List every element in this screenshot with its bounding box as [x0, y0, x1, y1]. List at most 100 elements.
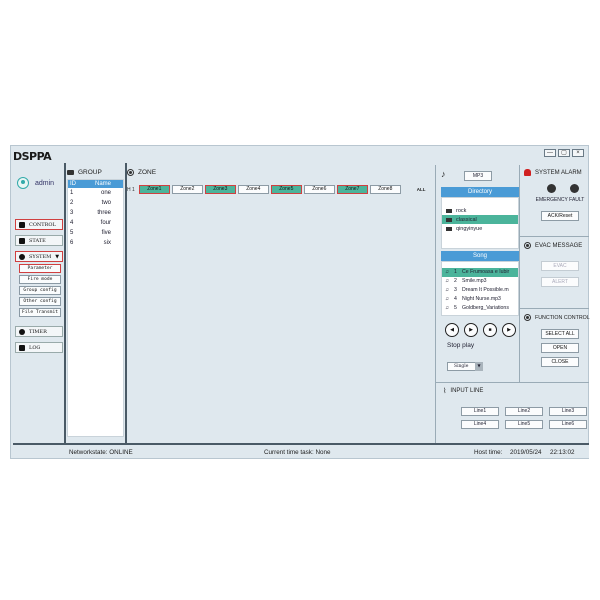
list-item[interactable]: ♫ 5 Goldberg_Variations — [442, 304, 518, 313]
group-title: GROUP — [67, 167, 124, 177]
log-icon — [19, 344, 25, 351]
app-window: DSPPA — ▢ × admin CONTROL STATE SYSTEM ▼… — [10, 145, 590, 459]
directory-list: rock classical qingyinyue — [441, 197, 519, 249]
select-all-button[interactable]: SELECT ALL — [541, 329, 579, 339]
group-title-text: GROUP — [78, 168, 102, 176]
user-info: admin — [17, 177, 54, 189]
table-row[interactable]: 1 one — [68, 188, 123, 198]
input-line-icon: ⌇ — [443, 388, 447, 395]
row-name: four — [100, 220, 111, 226]
chevron-down-icon[interactable]: ▼ — [475, 362, 483, 371]
list-item[interactable]: ♫ 2 Smile.mp3 — [442, 277, 518, 286]
evac-title: EVAC MESSAGE — [524, 242, 599, 249]
evac-title-text: EVAC MESSAGE — [535, 242, 583, 249]
line6-button[interactable]: Line6 — [549, 420, 587, 429]
all-zones-button[interactable]: ALL — [417, 187, 426, 192]
play-state: Stop play — [447, 342, 475, 349]
sub-fire-mode-button[interactable]: Fire mode — [19, 275, 61, 284]
song-no: 4 — [454, 296, 457, 302]
zone4-button[interactable]: Zone4 — [237, 185, 269, 194]
zone2-button[interactable]: Zone2 — [171, 185, 203, 194]
song-name: Ce Frumoasa e Iubir — [462, 269, 510, 275]
zone-bar: H 1 Zone1 Zone2 Zone3 Zone4 Zone5 Zone6 … — [127, 185, 426, 194]
zone-row-label: H 1 — [127, 186, 135, 193]
line2-button[interactable]: Line2 — [505, 407, 543, 416]
zone7-button[interactable]: Zone7 — [336, 185, 368, 194]
sub-file-transmit-button[interactable]: File Transmit — [19, 308, 61, 317]
group-table-header: ID Name — [68, 180, 123, 188]
nav-system-button[interactable]: SYSTEM ▼ — [15, 251, 63, 262]
row-name: two — [101, 200, 111, 206]
table-row[interactable]: 4 four — [68, 218, 123, 228]
host-time-label: Host time: — [474, 449, 503, 456]
row-name: six — [103, 240, 111, 246]
row-id: 5 — [70, 230, 74, 236]
song-no: 1 — [454, 269, 457, 275]
open-button[interactable]: OPEN — [541, 343, 579, 353]
music-note-icon: ♫ — [445, 278, 449, 284]
evac-panel: EVAC MESSAGE EVAC ALERT — [521, 242, 599, 287]
next-button[interactable]: ▶ — [502, 323, 516, 337]
alarm-bell-icon — [524, 169, 531, 176]
line1-button[interactable]: Line1 — [461, 407, 499, 416]
table-row[interactable]: 2 two — [68, 198, 123, 208]
music-note-icon: ♫ — [445, 287, 449, 293]
close-button[interactable]: × — [572, 149, 584, 157]
dir-name: qingyinyue — [456, 225, 483, 232]
play-mode-select[interactable]: Single ▼ — [447, 362, 483, 371]
network-state: Networkstate: ONLINE — [69, 449, 133, 456]
sub-group-config-button[interactable]: Group config — [19, 286, 61, 295]
close-zones-button[interactable]: CLOSE — [541, 357, 579, 367]
alert-button[interactable]: ALERT — [541, 277, 579, 287]
list-item[interactable]: classical — [442, 215, 518, 224]
state-icon — [19, 237, 25, 244]
zone1-button[interactable]: Zone1 — [138, 185, 170, 194]
nav-log-button[interactable]: LOG — [15, 342, 63, 353]
stop-button[interactable]: ■ — [483, 323, 497, 337]
table-row[interactable]: 3 three — [68, 208, 123, 218]
music-note-icon: ♫ — [445, 296, 449, 302]
previous-button[interactable]: ◀ — [445, 323, 459, 337]
table-row[interactable]: 6 six — [68, 238, 123, 248]
song-no: 2 — [454, 278, 457, 284]
maximize-button[interactable]: ▢ — [558, 149, 570, 157]
line5-button[interactable]: Line5 — [505, 420, 543, 429]
list-item[interactable]: rock — [442, 206, 518, 215]
nav-state-button[interactable]: STATE — [15, 235, 63, 246]
evac-button[interactable]: EVAC — [541, 261, 579, 271]
host-date: 2019/05/24 — [510, 449, 542, 456]
nav-control-button[interactable]: CONTROL — [15, 219, 63, 230]
mp3-source-button[interactable]: MP3 — [464, 171, 492, 181]
input-line-title: ⌇ INPUT LINE — [443, 387, 587, 395]
zone8-button[interactable]: Zone8 — [369, 185, 401, 194]
table-row[interactable]: 5 five — [68, 228, 123, 238]
input-line-title-text: INPUT LINE — [450, 388, 484, 394]
row-id: 2 — [70, 200, 74, 206]
list-item[interactable]: ♫ 1 Ce Frumoasa e Iubir — [442, 268, 518, 277]
sub-other-config-button[interactable]: Other config — [19, 297, 61, 306]
nav-timer-button[interactable]: TIMER — [15, 326, 63, 337]
song-list: ♫ 1 Ce Frumoasa e Iubir ♫ 2 Smile.mp3 ♫ 3 Drea… — [441, 261, 519, 316]
zone3-button[interactable]: Zone3 — [204, 185, 236, 194]
line3-button[interactable]: Line3 — [549, 407, 587, 416]
nav-log-label: LOG — [29, 344, 41, 351]
zone-panel: ZONE H 1 Zone1 Zone2 Zone3 Zone4 Zone5 Z… — [127, 167, 435, 443]
list-item[interactable]: ♫ 4 Night Nurse.mp3 — [442, 295, 518, 304]
user-name: admin — [35, 179, 55, 187]
emergency-indicator — [547, 184, 556, 193]
ack-reset-button[interactable]: ACK/Reset — [541, 211, 579, 221]
col-id: ID — [70, 181, 76, 187]
song-no: 3 — [454, 287, 457, 293]
sub-parameter-button[interactable]: Parameter — [19, 264, 61, 273]
song-name: Night Nurse.mp3 — [462, 296, 501, 302]
zone5-button[interactable]: Zone5 — [270, 185, 302, 194]
list-item[interactable]: qingyinyue — [442, 224, 518, 233]
chevron-down-icon: ▼ — [55, 253, 60, 260]
line4-button[interactable]: Line4 — [461, 420, 499, 429]
minimize-button[interactable]: — — [544, 149, 556, 157]
gear-icon — [19, 253, 25, 260]
list-item[interactable]: ♫ 3 Dream It Possible.m — [442, 286, 518, 295]
clock-icon — [127, 168, 134, 176]
play-button[interactable]: ▶ — [464, 323, 478, 337]
zone6-button[interactable]: Zone6 — [303, 185, 335, 194]
